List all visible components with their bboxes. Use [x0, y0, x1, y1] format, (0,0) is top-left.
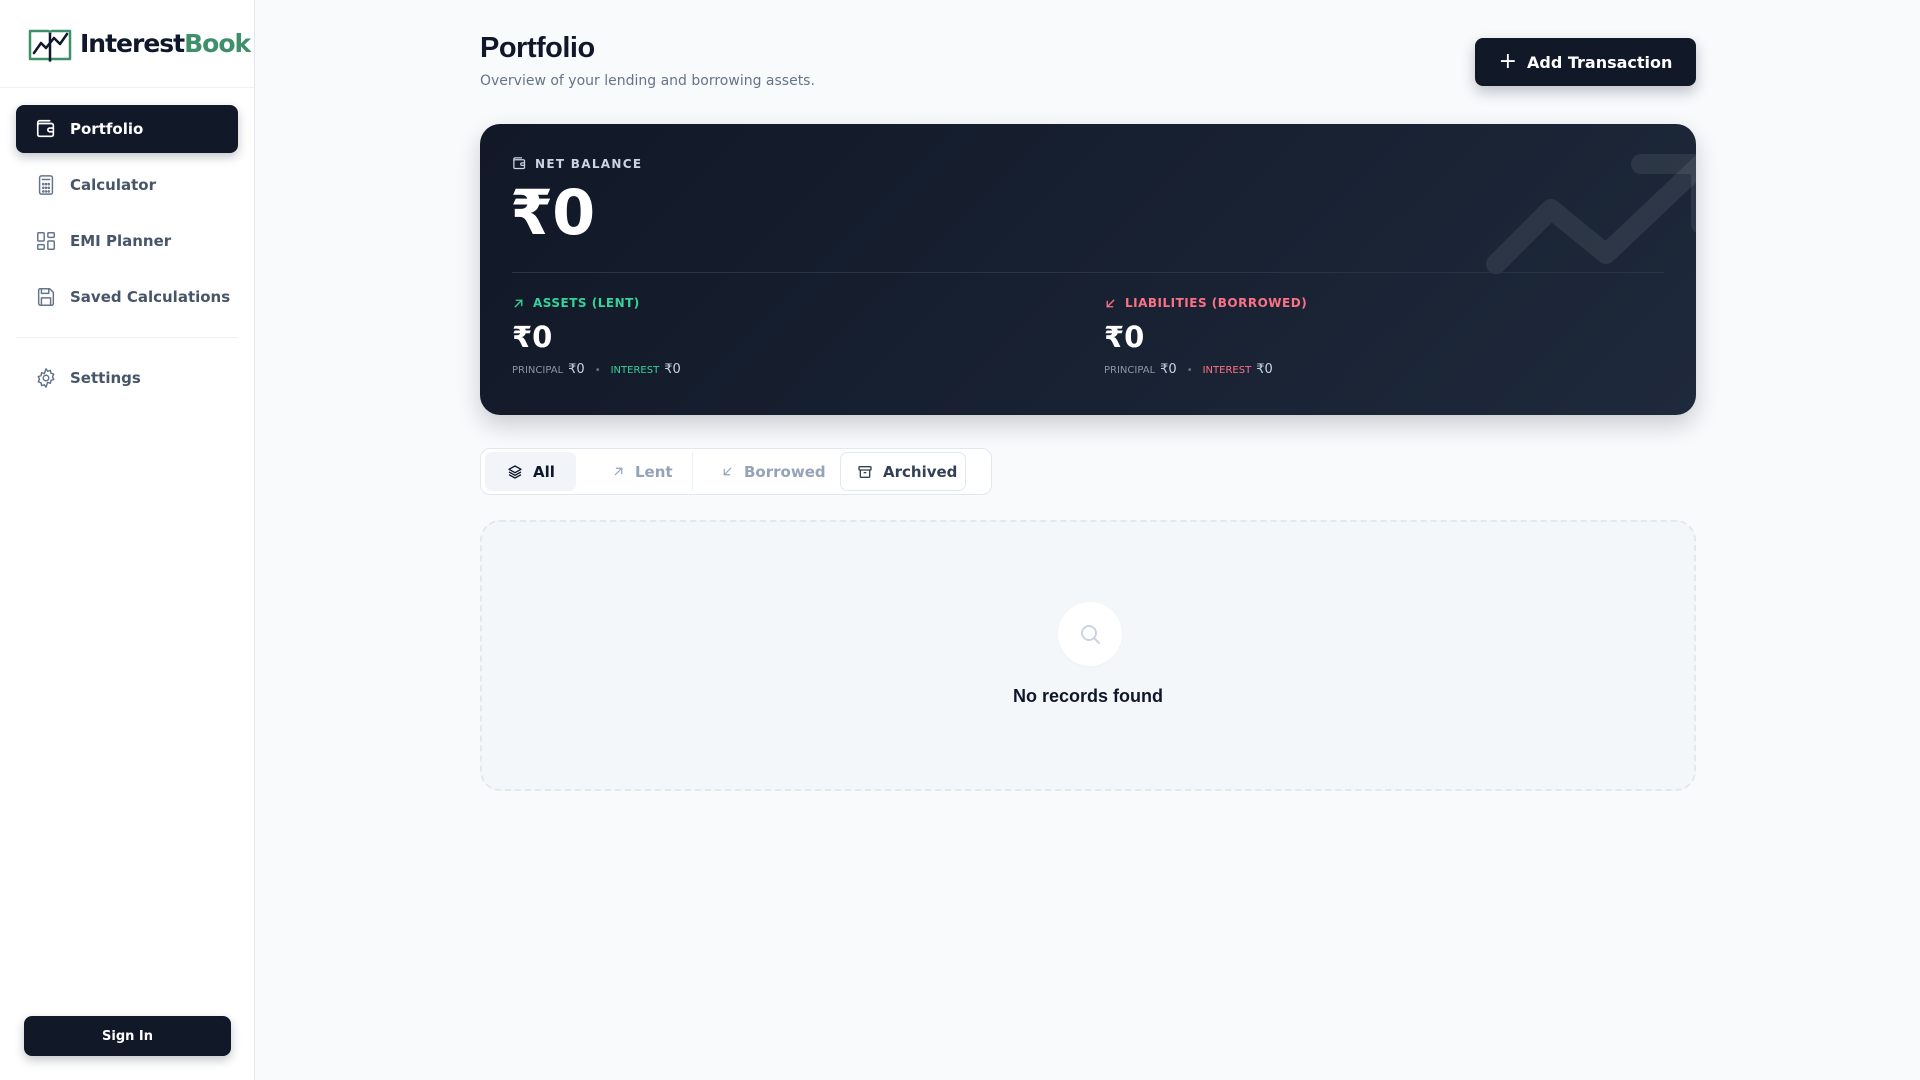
empty-state: No records found [480, 520, 1696, 791]
liabilities-label: LIABILITIES (BORROWED) [1104, 296, 1307, 310]
save-icon [34, 285, 58, 309]
liabilities-summary: LIABILITIES (BORROWED) ₹0 PRINCIPAL ₹0 •… [1104, 296, 1307, 377]
filter-borrowed[interactable]: Borrowed [692, 452, 832, 491]
interest-value: ₹0 [1256, 362, 1273, 377]
add-transaction-label: Add Transaction [1527, 52, 1673, 72]
wallet-icon [34, 117, 58, 141]
grid-icon [34, 229, 58, 253]
brand-name-part2: Book [184, 29, 251, 58]
arrow-up-right-icon [612, 465, 625, 478]
sidebar-item-portfolio[interactable]: Portfolio [16, 105, 238, 153]
card-divider [512, 272, 1664, 273]
plus-icon: + [1498, 49, 1517, 74]
sidebar-item-label: Calculator [70, 176, 156, 194]
empty-state-text: No records found [1012, 686, 1163, 706]
principal-label: PRINCIPAL [512, 365, 564, 376]
filter-all[interactable]: All [485, 452, 576, 491]
calculator-icon [34, 173, 58, 197]
empty-state-icon-wrap [1058, 602, 1122, 666]
sidebar-item-label: EMI Planner [70, 232, 172, 250]
filter-lent[interactable]: Lent [584, 452, 684, 491]
arrow-up-right-icon [512, 297, 525, 310]
brand[interactable]: InterestBook [0, 0, 254, 88]
net-balance-label-text: NET BALANCE [535, 156, 643, 171]
page-subtitle: Overview of your lending and borrowing a… [480, 73, 815, 89]
filter-label: Lent [635, 462, 673, 481]
sidebar-nav: Portfolio Calculator EMI Planner Saved C… [0, 88, 254, 321]
gear-icon [34, 366, 58, 390]
assets-breakdown: PRINCIPAL ₹0 • INTEREST ₹0 [512, 362, 681, 377]
sidebar: InterestBook Portfolio Calculator EMI Pl… [0, 0, 255, 1080]
add-transaction-button[interactable]: + Add Transaction [1475, 38, 1696, 86]
net-balance-label: NET BALANCE [512, 156, 642, 171]
net-balance-card: NET BALANCE ₹0 ASSETS (LENT) ₹0 PRINCIPA… [480, 124, 1696, 415]
book-chart-logo-icon [28, 29, 72, 62]
assets-label: ASSETS (LENT) [512, 296, 681, 310]
liabilities-label-text: LIABILITIES (BORROWED) [1125, 296, 1308, 310]
sidebar-item-saved-calculations[interactable]: Saved Calculations [16, 273, 238, 321]
brand-name-part1: Interest [80, 29, 185, 58]
layers-icon [507, 464, 523, 480]
filter-label: Archived [883, 462, 958, 481]
wallet-icon [512, 156, 527, 171]
net-balance-value: ₹0 [510, 176, 595, 249]
arrow-down-left-icon [721, 465, 734, 478]
filter-label: Borrowed [744, 462, 826, 481]
assets-summary: ASSETS (LENT) ₹0 PRINCIPAL ₹0 • INTEREST… [512, 296, 681, 377]
liabilities-breakdown: PRINCIPAL ₹0 • INTEREST ₹0 [1104, 362, 1307, 377]
interest-value: ₹0 [664, 362, 681, 377]
principal-value: ₹0 [568, 362, 585, 377]
filter-archived[interactable]: Archived [840, 452, 966, 491]
sidebar-item-label: Saved Calculations [70, 288, 231, 306]
brand-name: InterestBook [80, 29, 251, 58]
search-icon [1081, 625, 1100, 644]
separator-dot: • [594, 365, 601, 376]
sidebar-nav-secondary: Settings [0, 354, 254, 402]
principal-value: ₹0 [1160, 362, 1177, 377]
arrow-down-left-icon [1104, 297, 1117, 310]
separator-dot: • [1186, 365, 1193, 376]
interest-label: INTEREST [1202, 365, 1252, 376]
sidebar-item-emi-planner[interactable]: EMI Planner [16, 217, 238, 265]
filter-tabs: All Lent Borrowed Archived [480, 448, 992, 495]
assets-label-text: ASSETS (LENT) [533, 296, 640, 310]
assets-value: ₹0 [512, 320, 553, 354]
sign-in-button[interactable]: Sign In [24, 1016, 231, 1056]
principal-label: PRINCIPAL [1104, 365, 1156, 376]
interest-label: INTEREST [610, 365, 660, 376]
archive-icon [857, 464, 873, 480]
filter-label: All [533, 462, 555, 481]
page-title: Portfolio [480, 32, 595, 64]
sidebar-item-settings[interactable]: Settings [16, 354, 238, 402]
sidebar-divider [16, 337, 238, 338]
liabilities-value: ₹0 [1104, 320, 1145, 354]
sidebar-item-label: Portfolio [70, 120, 144, 138]
sidebar-item-calculator[interactable]: Calculator [16, 161, 238, 209]
sidebar-item-label: Settings [70, 369, 141, 387]
